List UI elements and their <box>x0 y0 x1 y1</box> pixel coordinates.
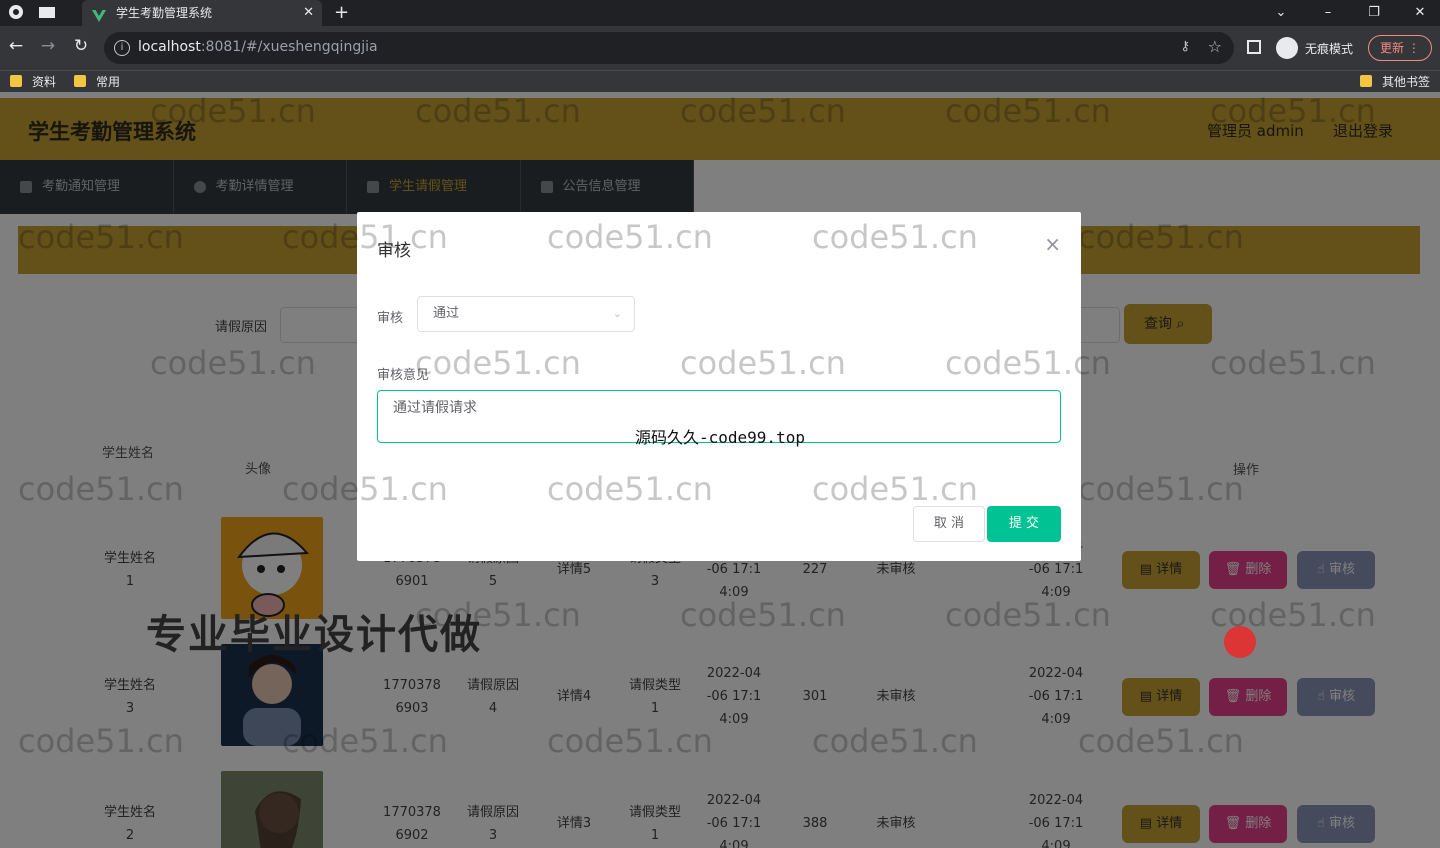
review-select-value: 通过 <box>433 306 460 321</box>
profile-icon[interactable] <box>8 4 24 20</box>
folder-icon <box>10 75 22 87</box>
bookmark-folder[interactable]: 资料 <box>10 73 56 90</box>
minimize-icon[interactable]: – <box>1313 0 1343 26</box>
browser-tab[interactable]: 学生考勤管理系统 ✕ <box>82 0 322 26</box>
address-bar[interactable]: i localhost:8081/#/xueshengqingjia ⚷ ☆ <box>104 32 1234 64</box>
window-close-icon[interactable]: ✕ <box>1405 0 1435 26</box>
tab-title: 学生考勤管理系统 <box>116 6 213 20</box>
chevron-down-icon: ⌄ <box>612 307 622 320</box>
watermark: code51.cn <box>680 344 846 382</box>
promo-overlay-text: 专业毕业设计代做 <box>146 612 482 658</box>
cancel-button[interactable]: 取 消 <box>913 506 985 542</box>
site-info-icon[interactable]: i <box>114 40 130 56</box>
update-button[interactable]: 更新 ⋮ <box>1368 35 1432 61</box>
bookmark-star-icon[interactable]: ☆ <box>1208 37 1222 56</box>
vue-logo-icon <box>92 6 106 22</box>
reload-icon[interactable]: ↻ <box>70 36 92 56</box>
review-select[interactable]: 通过 ⌄ <box>417 296 635 332</box>
watermark: code51.cn <box>547 218 713 256</box>
watermark: code51.cn <box>812 470 978 508</box>
restore-icon[interactable]: ❐ <box>1359 0 1389 26</box>
textarea-watermark: 源码久久-code99.top <box>635 428 805 447</box>
folder-icon <box>74 75 86 87</box>
watermark: code51.cn <box>547 470 713 508</box>
back-icon[interactable]: ← <box>5 36 27 56</box>
dialog-title: 审核 <box>377 241 411 261</box>
incognito-label: 无痕模式 <box>1305 42 1354 56</box>
review-field-label: 审核 <box>377 311 404 326</box>
review-dialog: 审核 × 审核 通过 ⌄ 审核意见 通过请假请求 源码久久-code99.top… <box>282 212 1111 561</box>
other-bookmarks[interactable]: 其他书签 <box>1360 73 1430 90</box>
submit-button[interactable]: 提 交 <box>987 506 1061 542</box>
dialog-close-icon[interactable]: × <box>1044 232 1061 256</box>
watermark: code51.cn <box>812 218 978 256</box>
password-key-icon[interactable]: ⚷ <box>1180 39 1190 54</box>
watermark: code51.cn <box>415 344 581 382</box>
bookmark-folder[interactable]: 常用 <box>74 73 120 90</box>
url-text: localhost:8081/#/xueshengqingjia <box>138 39 378 55</box>
bookmarks-bar: 资料 常用 其他书签 <box>0 70 1440 92</box>
folder-icon <box>1360 75 1372 87</box>
new-tab-icon[interactable]: + <box>334 0 349 26</box>
tabstrip-left-icons <box>8 4 55 20</box>
tab-close-icon[interactable]: ✕ <box>303 0 314 26</box>
side-panel-icon[interactable] <box>1247 40 1261 54</box>
incognito-icon <box>1276 37 1298 59</box>
tab-list-chevron-icon[interactable]: ⌄ <box>1266 0 1296 26</box>
forward-icon[interactable]: → <box>37 36 59 56</box>
tab-search-icon[interactable] <box>38 4 55 20</box>
browser-tabstrip: 学生考勤管理系统 ✕ + ⌄ – ❐ ✕ <box>0 0 1440 26</box>
browser-toolbar: ← → ↻ i localhost:8081/#/xueshengqingjia… <box>0 26 1440 70</box>
cursor-highlight-icon <box>1224 626 1256 658</box>
opinion-label: 审核意见 <box>377 368 430 383</box>
